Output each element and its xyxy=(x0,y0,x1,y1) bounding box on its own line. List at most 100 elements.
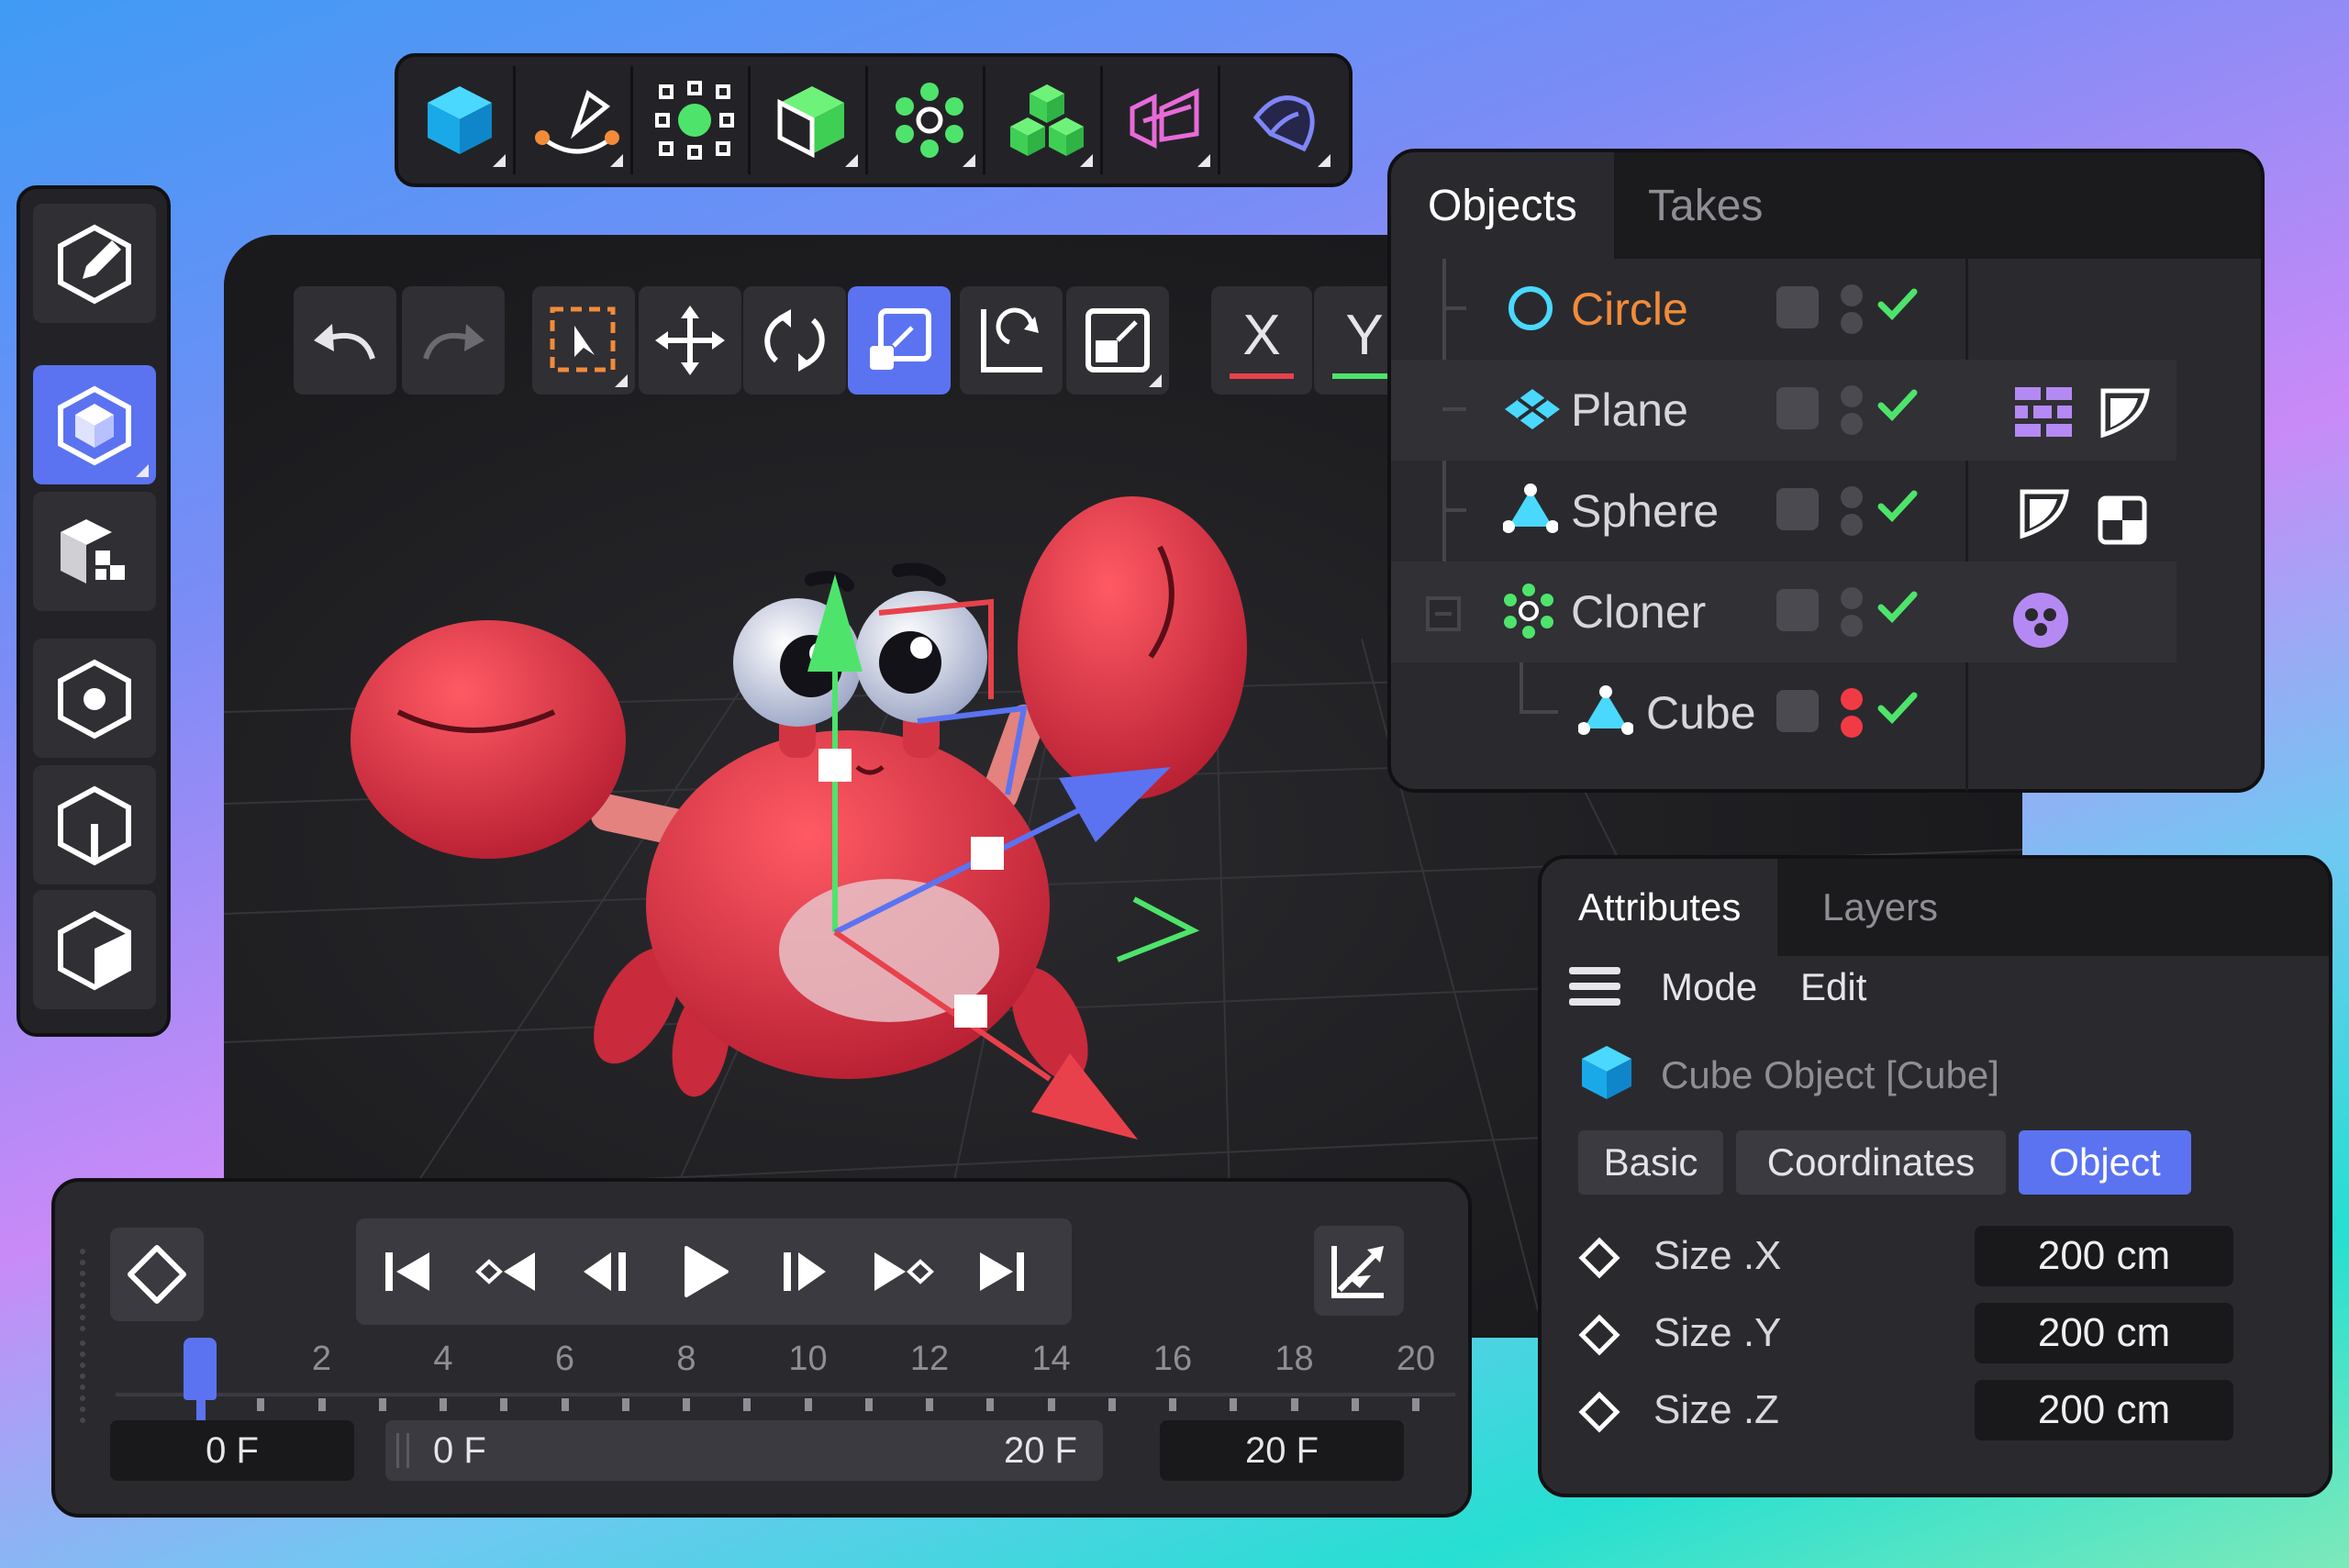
undo-button[interactable] xyxy=(294,286,396,395)
editor-visibility-toggle[interactable] xyxy=(1776,286,1819,328)
editor-visibility-toggle[interactable] xyxy=(1776,387,1819,429)
ruler-tick-label: 8 xyxy=(676,1340,696,1378)
menu-mode[interactable]: Mode xyxy=(1661,965,1757,1009)
object-row-circle[interactable]: Circle xyxy=(1391,259,2176,360)
range-handle[interactable] xyxy=(396,1433,409,1468)
frame-range-slider[interactable]: 0 F 20 F xyxy=(385,1420,1103,1481)
range-end-value: 20 F xyxy=(1003,1429,1077,1471)
ruler-tick-mark xyxy=(864,1398,873,1411)
size-x-field[interactable]: 200 cm xyxy=(1975,1226,2233,1286)
redo-icon xyxy=(423,324,484,360)
size-z-field[interactable]: 200 cm xyxy=(1975,1380,2233,1440)
ruler-tick-mark xyxy=(621,1398,629,1411)
sphere-tag-icon[interactable] xyxy=(2011,591,2070,650)
scale-axis-icon xyxy=(1085,308,1150,373)
scale-axis-button[interactable] xyxy=(1066,286,1169,395)
visibility-dot-editor[interactable] xyxy=(1841,688,1863,710)
polygon-mode-button[interactable] xyxy=(33,890,156,1009)
texture-mode-button[interactable] xyxy=(33,492,156,611)
property-value: 200 cm xyxy=(2037,1387,2171,1432)
visibility-dot-render[interactable] xyxy=(1841,716,1863,738)
ruler-tick-label: 4 xyxy=(433,1340,453,1378)
pen-spline-button[interactable] xyxy=(523,66,633,174)
scale-button[interactable] xyxy=(848,286,951,395)
subtab-basic[interactable]: Basic xyxy=(1578,1130,1723,1195)
editor-visibility-toggle[interactable] xyxy=(1776,690,1819,732)
tree-branch xyxy=(1520,710,1558,714)
phong-tag-icon[interactable] xyxy=(2017,486,2072,541)
check-icon[interactable] xyxy=(1876,488,1920,525)
object-title: Cube Object [Cube] xyxy=(1661,1053,1999,1096)
move-button[interactable] xyxy=(639,286,741,395)
point-mode-button[interactable] xyxy=(33,639,156,758)
tab-attributes-label: Attributes xyxy=(1578,885,1742,929)
tab-layers[interactable]: Layers xyxy=(1786,859,1975,956)
check-icon[interactable] xyxy=(1876,589,1920,626)
object-name: Cube xyxy=(1646,687,1756,739)
end-frame-field[interactable]: 20 F xyxy=(1160,1420,1404,1481)
visibility-dot-render[interactable] xyxy=(1841,312,1863,334)
object-row-cube[interactable]: Cube xyxy=(1391,662,2176,763)
live-selection-button[interactable] xyxy=(532,286,635,395)
object-name: Circle xyxy=(1571,284,1688,335)
field-button[interactable] xyxy=(1228,66,1338,174)
ruler-tick-mark xyxy=(1230,1398,1238,1411)
hamburger-menu[interactable] xyxy=(1569,963,1620,1009)
extrude-cube-button[interactable] xyxy=(758,66,868,174)
visibility-dot-editor[interactable] xyxy=(1841,385,1863,407)
edit-mode-button[interactable] xyxy=(33,204,156,323)
keyframe-diamond-icon[interactable] xyxy=(1578,1314,1620,1356)
tab-takes[interactable]: Takes xyxy=(1611,152,1799,259)
menu-edit[interactable]: Edit xyxy=(1800,965,1866,1009)
keyframe-diamond-icon[interactable] xyxy=(1578,1391,1620,1433)
ruler-tick-mark xyxy=(1108,1398,1116,1411)
display-tag-icon[interactable] xyxy=(2013,385,2074,440)
check-icon[interactable] xyxy=(1876,286,1920,323)
ruler-tick-label: 18 xyxy=(1275,1340,1314,1378)
ruler-tick-mark xyxy=(500,1398,508,1411)
axis-x-toggle[interactable]: X xyxy=(1211,286,1312,395)
visibility-dot-editor[interactable] xyxy=(1841,486,1863,508)
rotate-button[interactable] xyxy=(743,286,846,395)
move-icon xyxy=(655,306,725,375)
subtab-object[interactable]: Object xyxy=(2019,1130,2191,1195)
visibility-dot-render[interactable] xyxy=(1841,615,1863,637)
tree-branch xyxy=(1520,662,1523,714)
tab-attributes[interactable]: Attributes xyxy=(1542,859,1778,956)
model-mode-button[interactable] xyxy=(33,365,156,484)
attributes-panel: Attributes Layers Mode Edit Cube Object … xyxy=(1538,855,2332,1497)
tab-objects[interactable]: Objects xyxy=(1391,152,1614,259)
ruler-tick-mark xyxy=(1169,1398,1176,1411)
ruler-tick-mark xyxy=(561,1398,569,1411)
ruler-tick-mark xyxy=(440,1398,447,1411)
current-frame-field[interactable]: 0 F xyxy=(110,1420,354,1481)
visibility-dot-editor[interactable] xyxy=(1841,284,1863,306)
cube-primitive-button[interactable] xyxy=(406,66,516,174)
object-name: Cloner xyxy=(1571,586,1707,638)
collapse-toggle[interactable] xyxy=(1426,596,1461,631)
stacked-cubes-button[interactable] xyxy=(993,66,1103,174)
rotate-axis-button[interactable] xyxy=(960,286,1063,395)
visibility-dot-editor[interactable] xyxy=(1841,587,1863,609)
subtab-object-label: Object xyxy=(2049,1140,2161,1184)
edge-mode-button[interactable] xyxy=(33,765,156,884)
check-icon[interactable] xyxy=(1876,387,1920,424)
check-icon[interactable] xyxy=(1876,690,1920,727)
redo-button[interactable] xyxy=(402,286,505,395)
editor-visibility-toggle[interactable] xyxy=(1776,589,1819,631)
deformer-button[interactable] xyxy=(1110,66,1220,174)
keyframe-diamond-icon[interactable] xyxy=(1578,1237,1620,1279)
visibility-dot-render[interactable] xyxy=(1841,413,1863,435)
editor-visibility-toggle[interactable] xyxy=(1776,488,1819,530)
visibility-dot-render[interactable] xyxy=(1841,514,1863,536)
phong-tag-icon[interactable] xyxy=(2098,385,2153,440)
edge-mode-icon xyxy=(58,785,131,866)
cube-primitive-icon xyxy=(427,86,492,154)
material-tag-icon[interactable] xyxy=(2098,495,2147,545)
selection-generator-button[interactable] xyxy=(640,66,751,174)
cloner-gear-button[interactable] xyxy=(875,66,985,174)
playhead[interactable] xyxy=(184,1338,217,1420)
subtab-coordinates[interactable]: Coordinates xyxy=(1736,1130,2006,1195)
size-y-field[interactable]: 200 cm xyxy=(1975,1303,2233,1363)
field-icon xyxy=(1252,95,1315,152)
